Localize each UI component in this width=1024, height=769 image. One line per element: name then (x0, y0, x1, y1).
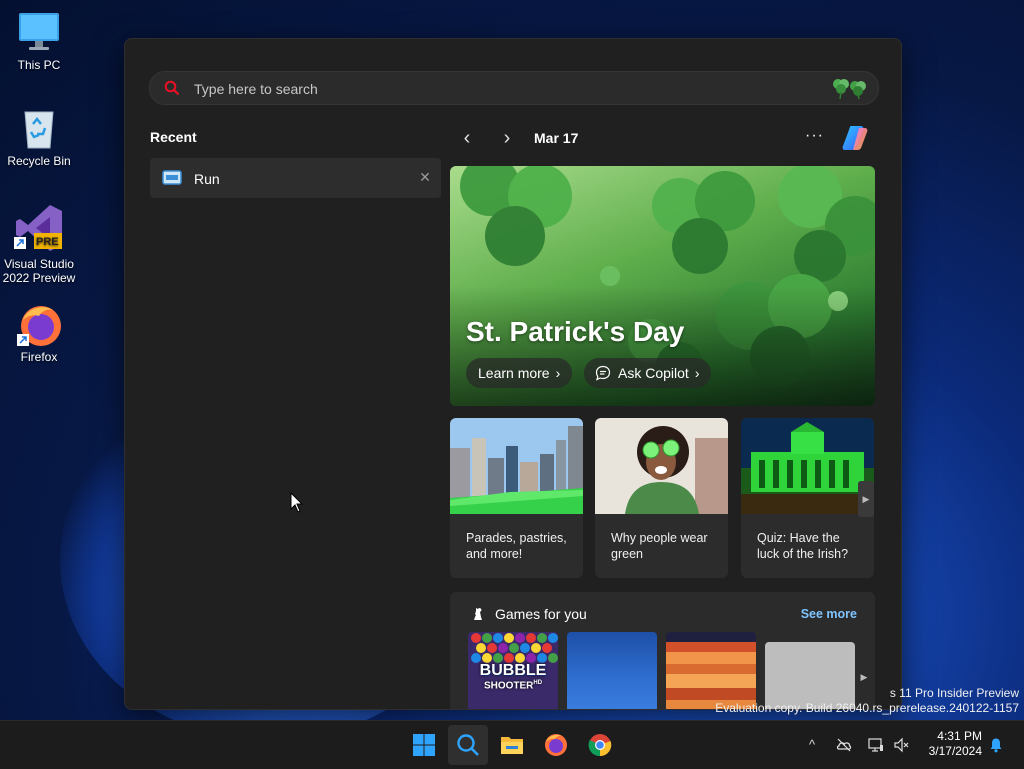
firefox-icon (545, 734, 567, 756)
learn-more-button[interactable]: Learn more › (466, 358, 573, 388)
game-tile-2[interactable] (567, 632, 657, 709)
watermark-line-2: Evaluation copy. Build 26040.rs_prerelea… (715, 701, 1019, 715)
desktop-icon-label: This PC (17, 58, 61, 72)
watermark-line-1: s 11 Pro Insider Preview (889, 686, 1019, 700)
folder-icon (501, 737, 523, 754)
chat-bubble-icon (595, 365, 611, 381)
search-input[interactable] (192, 72, 796, 106)
clock-time: 4:31 PM (937, 729, 982, 743)
volume-muted-icon[interactable] (894, 737, 910, 753)
hero-card-st-patricks-day[interactable]: St. Patrick's Day Learn more › Ask Copilo… (450, 166, 875, 406)
desktop-icon-firefox[interactable]: Firefox (0, 302, 78, 364)
desktop-icon-recycle-bin[interactable]: Recycle Bin (0, 106, 78, 168)
news-card-parades[interactable]: Parades, pastries, and more! (450, 418, 583, 578)
taskbar-clock[interactable]: 4:31 PM 3/17/2024 (918, 729, 982, 759)
recent-heading: Recent (150, 129, 197, 145)
feed-date: Mar 17 (534, 130, 579, 146)
search-box[interactable] (149, 71, 879, 106)
show-hidden-icons-button[interactable]: ^ (804, 737, 820, 753)
file-explorer-button[interactable] (492, 725, 532, 765)
recent-item-run[interactable]: Run ✕ (150, 158, 441, 198)
run-icon (162, 170, 182, 185)
chrome-taskbar-button[interactable] (580, 725, 620, 765)
games-title: Games for you (495, 606, 587, 622)
firefox-icon (17, 302, 61, 346)
hd-label: HD (533, 680, 543, 686)
game-tile-title: BUBBLE (479, 662, 547, 679)
chicago-river-image (450, 418, 583, 514)
ask-copilot-label: Ask Copilot (618, 365, 689, 381)
shamrock-icon (833, 79, 866, 100)
chevron-right-icon: › (555, 365, 561, 381)
news-card-quiz[interactable]: Quiz: Have the luck of the Irish? (741, 418, 874, 578)
search-taskbar-button[interactable] (448, 725, 488, 765)
copilot-icon[interactable] (839, 122, 871, 154)
desktop-icon-this-pc[interactable]: This PC (0, 10, 78, 72)
build-watermark: s 11 Pro Insider Preview Evaluation copy… (715, 686, 1019, 716)
cards-scroll-right-button[interactable]: ▶ (858, 481, 874, 517)
search-icon (164, 80, 180, 96)
woman-green-glasses-image (595, 418, 728, 514)
next-button[interactable]: › (495, 127, 519, 151)
card-caption: Quiz: Have the luck of the Irish? (757, 531, 849, 561)
green-lit-building-image (741, 418, 874, 514)
onedrive-offline-icon[interactable] (836, 737, 852, 753)
recent-item-label: Run (194, 171, 220, 187)
notification-bell-icon[interactable] (988, 737, 1004, 753)
visual-studio-icon: PRE (14, 203, 64, 253)
ask-copilot-button[interactable]: Ask Copilot › (584, 358, 712, 388)
desktop-icon-label: Recycle Bin (7, 154, 71, 168)
chess-piece-icon (474, 608, 482, 620)
taskbar: ^ 4:31 PM 3/17/2024 (0, 720, 1024, 769)
network-icon[interactable] (868, 737, 884, 753)
clock-date: 3/17/2024 (928, 744, 982, 758)
desktop-icon-label: Visual Studio 2022 Preview (2, 257, 76, 285)
prev-button[interactable]: ‹ (455, 127, 479, 151)
desktop-icon-visual-studio[interactable]: PRE Visual Studio 2022 Preview (0, 203, 78, 285)
news-card-wear-green[interactable]: Why people wear green (595, 418, 728, 578)
start-button[interactable] (404, 725, 444, 765)
game-tile-subtitle: SHOOTERHD (483, 680, 543, 692)
windows-logo-icon (413, 734, 435, 756)
more-options-button[interactable]: ··· (805, 127, 824, 145)
hero-title: St. Patrick's Day (466, 316, 685, 347)
search-panel: Recent Run ✕ ‹ › Mar 17 ··· (124, 38, 902, 710)
recycle-bin-icon (17, 106, 61, 150)
game-tile-bubble-shooter[interactable]: BUBBLE SHOOTERHD (468, 632, 558, 709)
learn-more-label: Learn more (478, 365, 550, 381)
firefox-taskbar-button[interactable] (536, 725, 576, 765)
chrome-icon (588, 734, 612, 757)
mouse-cursor-icon (290, 492, 304, 513)
card-caption: Parades, pastries, and more! (466, 531, 567, 561)
close-icon[interactable]: ✕ (417, 169, 433, 186)
see-more-link[interactable]: See more (801, 607, 857, 621)
monitor-icon (17, 10, 61, 54)
desktop-icon-label: Firefox (20, 350, 58, 364)
search-icon (457, 734, 479, 756)
pre-badge: PRE (36, 236, 59, 248)
chevron-right-icon: › (694, 365, 700, 381)
card-caption: Why people wear green (611, 531, 708, 561)
